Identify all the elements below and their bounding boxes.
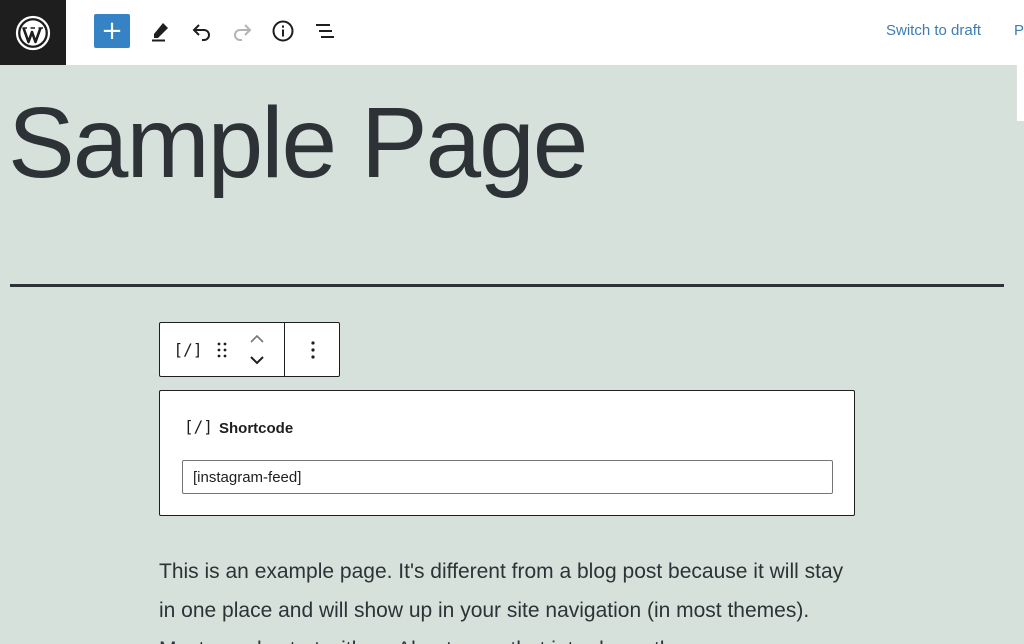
block-toolbar: [/] [159, 322, 340, 377]
shortcode-label: Shortcode [219, 420, 294, 437]
page-title[interactable]: Sample Page [8, 78, 588, 208]
shortcode-icon: [/] [173, 340, 203, 359]
undo-icon [192, 24, 210, 41]
switch-to-draft-button[interactable]: Switch to draft [886, 22, 981, 39]
chevron-up-down-icon[interactable] [248, 333, 266, 367]
block-type-button[interactable]: [/] [168, 323, 208, 376]
info-icon [272, 20, 294, 42]
wordpress-logo-icon [15, 15, 51, 50]
sidebar-edge [1016, 65, 1024, 121]
list-view-icon [316, 24, 334, 38]
redo-icon [234, 24, 252, 41]
editor-header: + Switch to draft P [0, 0, 1024, 65]
vertical-ellipsis-icon [311, 340, 315, 359]
paragraph-block[interactable]: This is an example page. It's different … [159, 552, 859, 644]
drag-handle-icon [217, 342, 227, 357]
wordpress-logo[interactable] [0, 0, 66, 65]
list-view-button[interactable] [308, 14, 342, 48]
more-options-button[interactable] [286, 323, 340, 376]
plus-icon: + [101, 16, 123, 46]
drag-handle[interactable] [208, 323, 236, 376]
details-button[interactable] [266, 14, 300, 48]
move-controls [242, 323, 272, 376]
separator-block[interactable] [10, 284, 1004, 287]
tools-button[interactable] [144, 14, 176, 48]
toolbar-divider [284, 323, 285, 376]
shortcode-input[interactable] [182, 460, 833, 494]
shortcode-block[interactable]: [/] Shortcode [159, 390, 855, 516]
shortcode-icon: [/] [184, 417, 213, 436]
pencil-icon [152, 23, 168, 42]
preview-button[interactable]: P [1014, 22, 1024, 39]
add-block-button[interactable]: + [94, 14, 130, 48]
undo-button[interactable] [186, 14, 218, 48]
redo-button[interactable] [226, 14, 258, 48]
